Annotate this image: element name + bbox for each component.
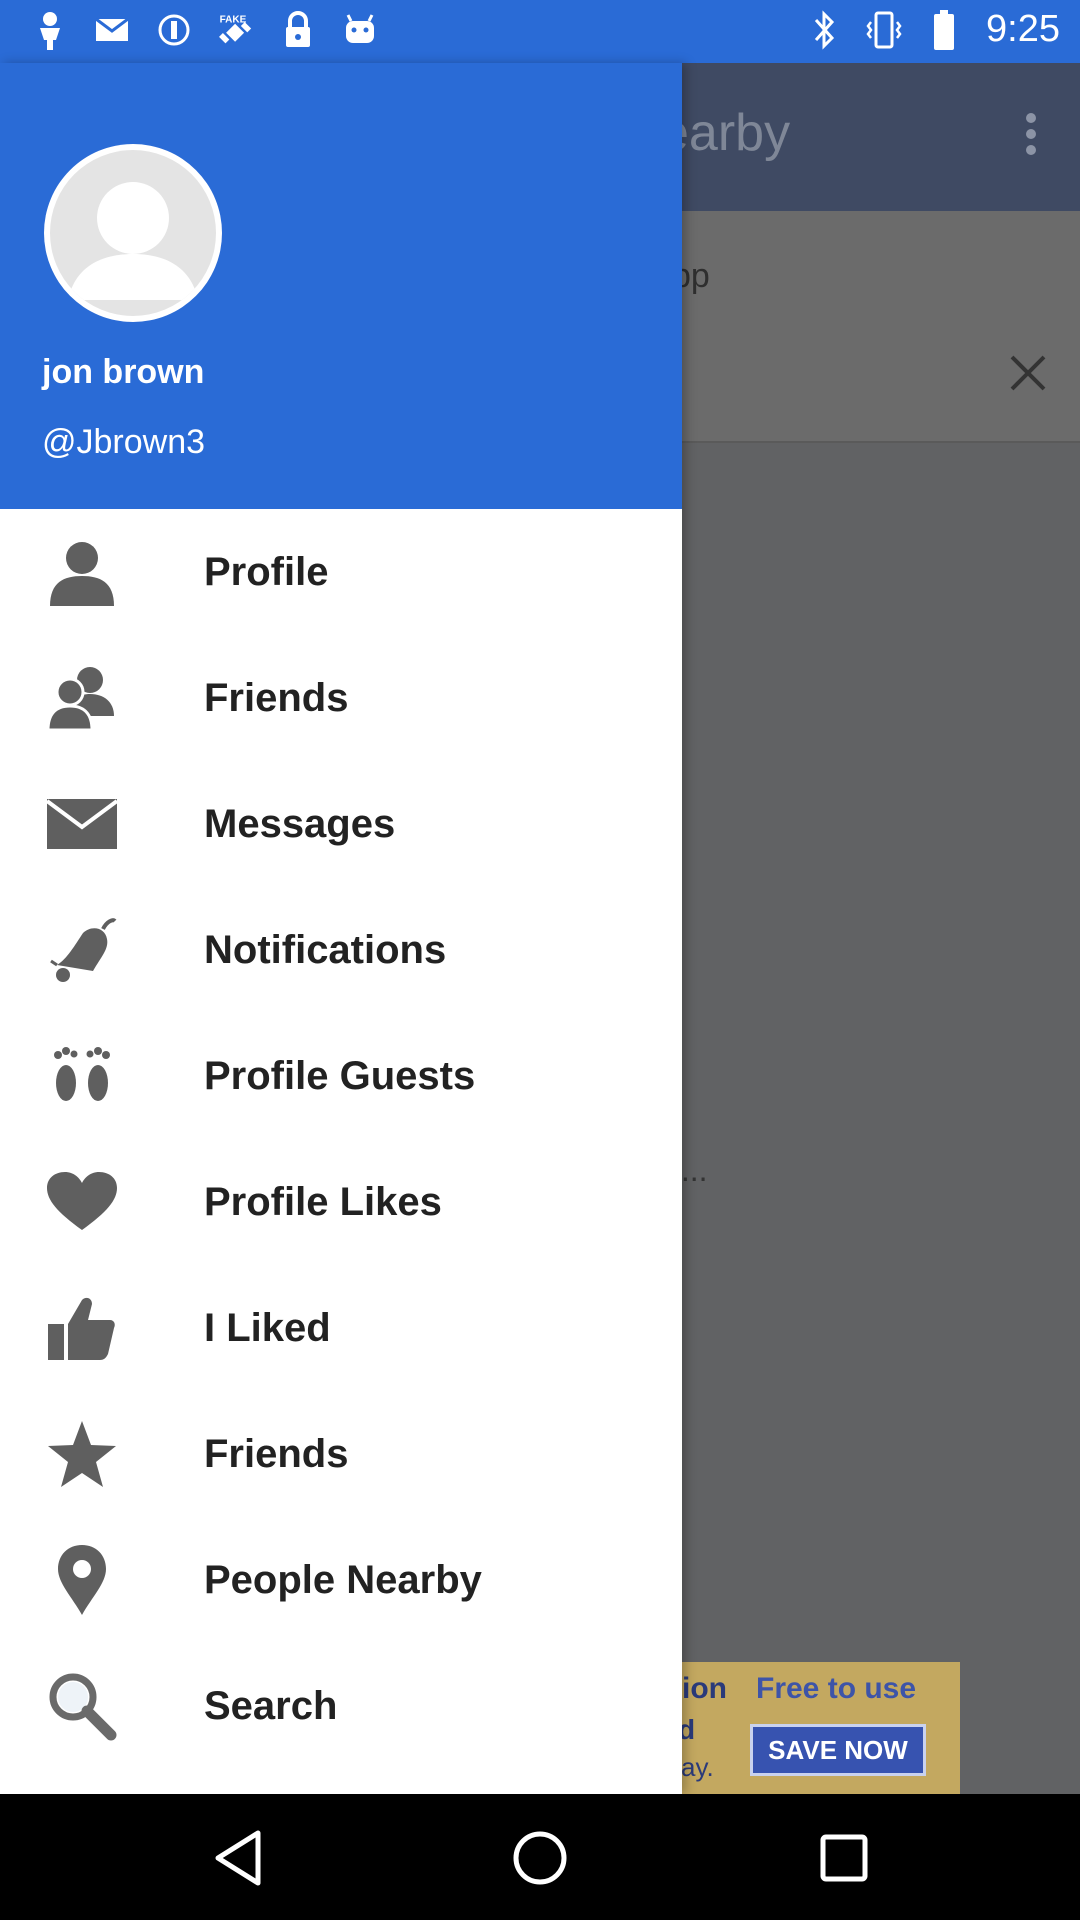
- friends-icon: [46, 662, 118, 734]
- fake-gps-satellite-icon: FAKE: [216, 10, 256, 50]
- ad-text-1b: Free to use: [756, 1672, 917, 1705]
- system-nav-bar: [0, 1794, 1080, 1920]
- menu-label: I Liked: [204, 1305, 331, 1350]
- ad-save-now-button[interactable]: SAVE NOW: [750, 1724, 926, 1776]
- menu-label: Profile Likes: [204, 1179, 442, 1224]
- status-time: 9:25: [986, 8, 1060, 50]
- user-name: jon brown: [42, 353, 205, 391]
- menu-item-favorites[interactable]: Friends: [0, 1391, 682, 1517]
- back-icon[interactable]: [206, 1826, 270, 1890]
- drawer-header: jon brown @Jbrown3: [0, 63, 682, 509]
- menu-label: Friends: [204, 1431, 349, 1476]
- menu-label: Profile: [204, 549, 329, 594]
- menu-label: Search: [204, 1683, 338, 1728]
- location-pin-icon: [46, 1544, 118, 1616]
- menu-item-profile-likes[interactable]: Profile Likes: [0, 1139, 682, 1265]
- heart-icon: [46, 1166, 118, 1238]
- menu-item-friends[interactable]: Friends: [0, 635, 682, 761]
- envelope-icon: [46, 788, 118, 860]
- recents-icon[interactable]: [812, 1826, 876, 1890]
- menu-item-people-nearby[interactable]: People Nearby: [0, 1517, 682, 1643]
- avatar[interactable]: [44, 144, 222, 322]
- more-options-icon[interactable]: [1026, 113, 1040, 157]
- bluetooth-icon: [806, 9, 842, 51]
- menu-item-messages[interactable]: Messages: [0, 761, 682, 887]
- svg-text:FAKE: FAKE: [220, 15, 247, 26]
- star-icon: [46, 1418, 118, 1490]
- person-pin-icon: [30, 10, 70, 50]
- footprints-icon: [46, 1040, 118, 1112]
- menu-label: People Nearby: [204, 1557, 482, 1602]
- menu-label: Messages: [204, 801, 396, 846]
- search-icon: [46, 1670, 118, 1742]
- menu-item-search[interactable]: Search: [0, 1643, 682, 1769]
- status-bar: FAKE 9:25: [0, 0, 1080, 63]
- info-icon: [154, 10, 194, 50]
- vibrate-icon: [866, 9, 902, 51]
- mail-icon: [92, 10, 132, 50]
- lock-icon: [278, 10, 318, 50]
- menu-item-notifications[interactable]: Notifications: [0, 887, 682, 1013]
- menu-label: Notifications: [204, 927, 447, 972]
- drawer-menu: Profile Friends Messages Notifications P…: [0, 509, 682, 1769]
- battery-icon: [926, 9, 962, 51]
- menu-item-i-liked[interactable]: I Liked: [0, 1265, 682, 1391]
- menu-label: Friends: [204, 675, 349, 720]
- person-icon: [46, 536, 118, 608]
- menu-label: Profile Guests: [204, 1053, 476, 1098]
- menu-item-profile-guests[interactable]: Profile Guests: [0, 1013, 682, 1139]
- user-handle: @Jbrown3: [42, 423, 206, 461]
- navigation-drawer: jon brown @Jbrown3 Profile Friends Messa…: [0, 63, 682, 1794]
- default-avatar-icon: [68, 182, 198, 300]
- android-icon: [340, 10, 380, 50]
- home-icon[interactable]: [508, 1826, 572, 1890]
- menu-item-profile[interactable]: Profile: [0, 509, 682, 635]
- thumbs-up-icon: [46, 1292, 118, 1364]
- close-icon[interactable]: [1006, 351, 1050, 395]
- bell-icon: [46, 914, 118, 986]
